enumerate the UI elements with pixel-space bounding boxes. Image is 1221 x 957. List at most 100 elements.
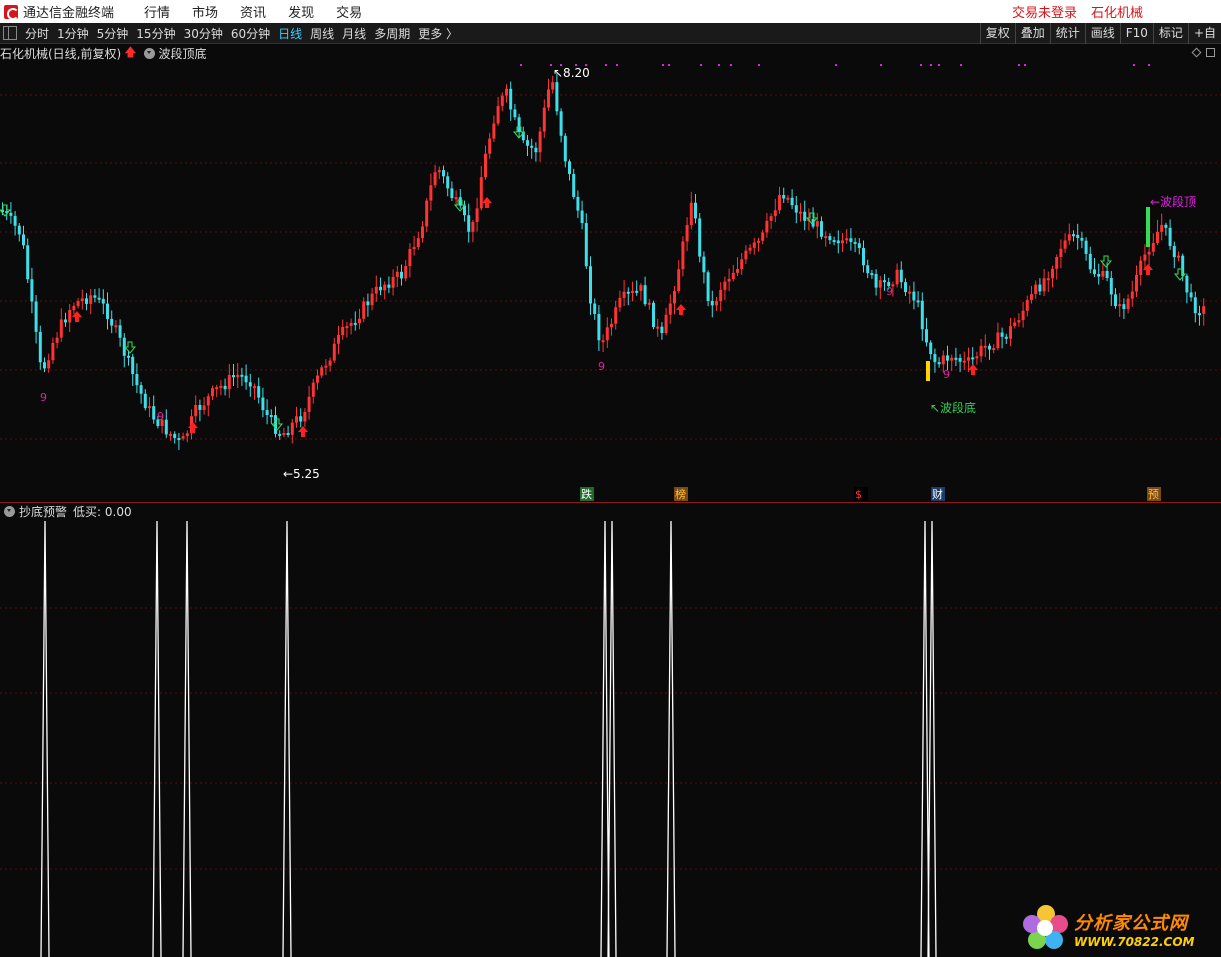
candle-body [1130,291,1134,299]
candle-body [513,109,517,118]
candle-body [744,250,748,260]
candle-body [517,117,521,133]
price-panel-header: 石化机械(日线,前复权) 🡅 波段顶底 [0,45,207,62]
stats-button[interactable]: 统计 [1049,22,1085,44]
candle-body [765,220,769,233]
panel-maximize-icon[interactable] [1206,48,1215,57]
menu-item-market[interactable]: 市场 [192,2,218,21]
candle-body [681,241,685,270]
candle-body [1038,284,1042,292]
candle-body [614,307,618,324]
trade-login-status[interactable]: 交易未登录 [1012,2,1077,21]
watermark-url: WWW.70822.COM [1074,934,1195,949]
low-price-label: ←5.25 [283,467,320,481]
candle-body [454,197,458,200]
custom-button[interactable]: +自 [1187,22,1221,44]
event-badge-label: 跌 [581,487,592,501]
candle-body [748,247,752,251]
candle-body [1172,245,1176,258]
candle-body [576,196,580,211]
count-nine-label: 9 [598,360,605,373]
candle-body [295,416,298,423]
buy-arrow-icon [188,422,198,433]
layout-toggle-icon[interactable] [3,26,17,40]
bottom-highlight-bar [926,361,930,381]
panel-diamond-icon[interactable] [1191,47,1202,58]
candle-body [962,360,966,363]
period-monthly[interactable]: 月线 [338,25,370,42]
candle-body [1072,234,1075,237]
candle-body [26,245,30,280]
menu-item-discover[interactable]: 发现 [288,2,314,21]
candle-body [85,298,88,304]
candle-body [475,208,479,222]
indicator-chart[interactable] [0,503,1221,957]
menu-item-news[interactable]: 资讯 [240,2,266,21]
candle-body [874,273,878,288]
f10-button[interactable]: F10 [1119,22,1153,44]
adjust-button[interactable]: 复权 [979,22,1015,44]
indicator-dropdown-icon[interactable] [4,506,15,517]
candle-body [391,276,395,288]
top-signal-dot [1018,64,1020,66]
period-more[interactable]: 更多 〉 [414,25,462,42]
period-30min[interactable]: 30分钟 [180,25,227,42]
buy-arrow-icon [968,364,978,375]
candle-body [143,393,147,409]
candle-body [1030,294,1033,301]
draw-button[interactable]: 画线 [1084,22,1120,44]
candle-body [307,396,311,412]
candlestick-chart[interactable]: 9 9 9 9 9 ↖8.20 ←5.25 ←波段顶 ↖波段底跌 榜 $ 财 预 [0,45,1221,502]
top-signal-dot [920,64,922,66]
candle-body [538,131,542,153]
candle-body [673,291,676,304]
indicator-title[interactable]: 抄底预警 [19,503,67,520]
candle-body [908,291,912,294]
candle-body [1034,284,1038,295]
candle-body [597,314,601,341]
price-chart-panel[interactable]: 9 9 9 9 9 ↖8.20 ←5.25 ←波段顶 ↖波段底跌 榜 $ 财 预 石化机械(日线,前复权… [0,45,1221,502]
candle-body [601,340,605,343]
period-intraday[interactable]: 分时 [21,25,53,42]
candle-body [559,111,563,136]
period-1min[interactable]: 1分钟 [53,25,93,42]
candle-body [500,95,504,106]
candle-body [265,410,269,416]
candle-body [1202,306,1206,314]
indicator-panel[interactable]: 抄底预警 低买: 0.00 [0,503,1221,957]
candle-body [841,240,844,244]
candle-body [572,173,576,197]
overlay-button[interactable]: 叠加 [1014,22,1050,44]
candle-body [689,202,693,226]
candle-body [379,286,382,291]
menu-item-quotes[interactable]: 行情 [144,2,170,21]
candle-body [206,396,210,406]
mark-button[interactable]: 标记 [1152,22,1188,44]
candle-body [72,305,76,311]
candle-body [316,375,319,383]
candle-body [941,355,945,365]
period-5min[interactable]: 5分钟 [93,25,133,42]
period-15min[interactable]: 15分钟 [132,25,179,42]
period-daily[interactable]: 日线 [274,25,306,42]
candle-body [1109,278,1113,295]
candle-body [425,200,429,227]
candle-body [555,82,559,112]
candle-body [169,433,172,436]
period-60min[interactable]: 60分钟 [227,25,274,42]
period-weekly[interactable]: 周线 [306,25,338,42]
indicator-name[interactable]: 波段顶底 [159,45,207,62]
candle-body [1193,297,1197,314]
candle-body [240,374,244,377]
top-signal-dot [730,64,732,66]
candle-body [1017,320,1021,323]
candle-body [1139,260,1143,275]
menu-item-trade[interactable]: 交易 [336,2,362,21]
candle-body [1084,240,1088,254]
indicator-dropdown-icon[interactable] [143,48,155,59]
period-multi[interactable]: 多周期 [370,25,414,42]
candle-body [706,272,710,301]
candle-body [185,433,189,437]
top-signal-dot [960,64,962,66]
candle-body [618,297,622,308]
